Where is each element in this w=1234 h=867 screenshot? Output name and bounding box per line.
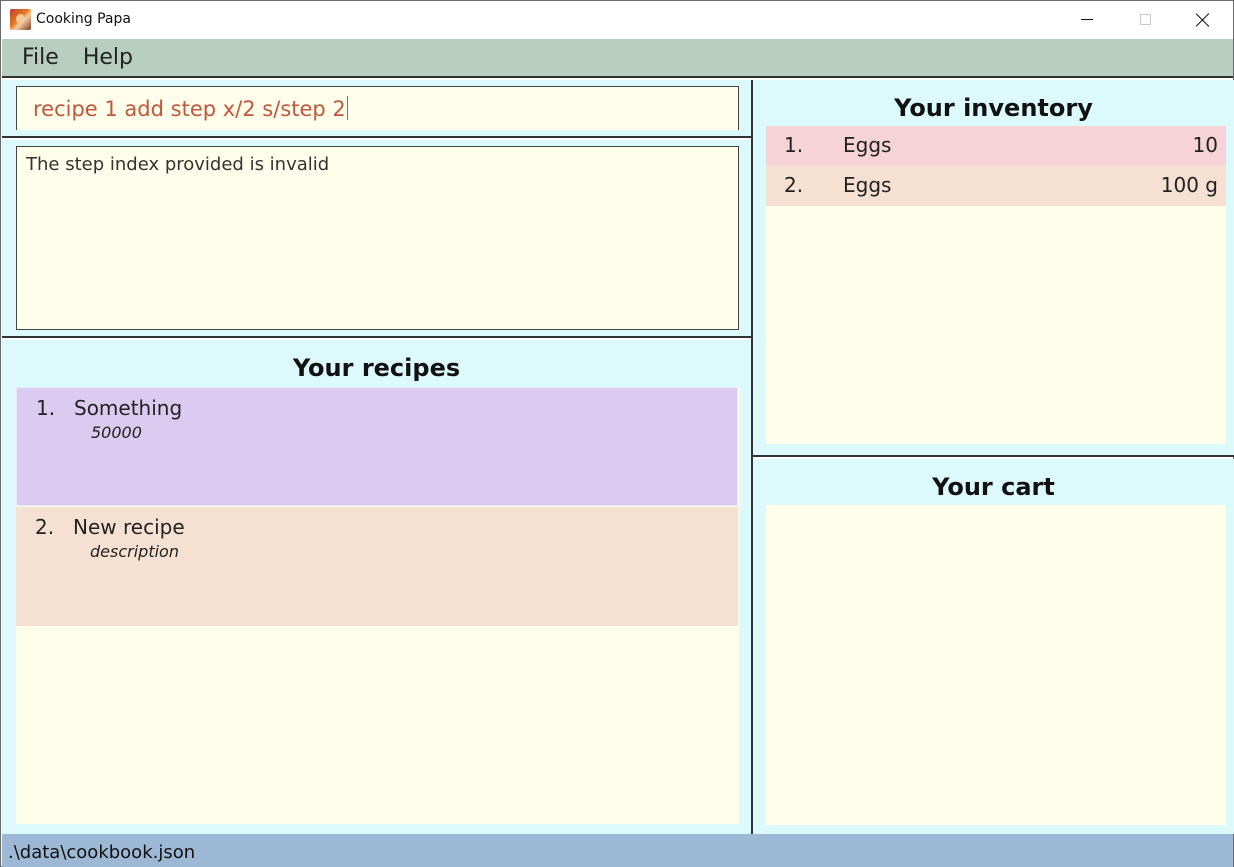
inventory-name: Eggs	[843, 173, 892, 197]
recipe-card[interactable]: 1. Something 50000	[16, 387, 738, 506]
inventory-pane: Your inventory 1. Eggs 10 2. Eggs 100 g	[753, 80, 1234, 457]
minimize-icon	[1081, 19, 1093, 20]
recipe-name: Something	[74, 396, 183, 420]
recipes-pane: Your recipes 1. Something 50000 2. New r…	[2, 340, 751, 834]
inventory-index: 2.	[784, 173, 804, 197]
command-text: recipe 1 add step x/2 s/step 2	[33, 96, 348, 121]
command-value: recipe 1 add step x/2 s/step 2	[33, 97, 346, 121]
window-title: Cooking Papa	[36, 11, 131, 27]
menu-help[interactable]: Help	[83, 45, 133, 70]
inventory-quantity: 100 g	[1160, 173, 1218, 197]
result-display[interactable]: The step index provided is invalid	[16, 146, 739, 330]
recipe-index: 1.	[36, 396, 56, 420]
maximize-icon	[1139, 14, 1151, 25]
recipe-index: 2.	[35, 515, 55, 539]
save-location: .\data\cookbook.json	[8, 842, 196, 863]
app-window: Cooking Papa File Help recipe 1 add step…	[0, 0, 1234, 867]
recipes-title: Your recipes	[292, 354, 461, 382]
cart-pane: Your cart	[753, 459, 1234, 834]
inventory-list[interactable]: 1. Eggs 10 2. Eggs 100 g	[766, 126, 1226, 444]
minimize-button[interactable]	[1058, 1, 1116, 38]
maximize-button[interactable]	[1116, 1, 1174, 38]
cart-list[interactable]	[766, 505, 1226, 825]
command-input[interactable]: recipe 1 add step x/2 s/step 2	[16, 86, 739, 130]
recipe-name: New recipe	[73, 515, 185, 539]
recipe-description: description	[90, 542, 179, 561]
cart-title: Your cart	[932, 473, 1055, 501]
recipe-list[interactable]: 1. Something 50000 2. New recipe descrip…	[16, 387, 739, 824]
title-bar[interactable]: Cooking Papa	[1, 1, 1233, 38]
inventory-index: 1.	[784, 133, 804, 157]
close-button[interactable]	[1174, 1, 1232, 38]
recipe-description: 50000	[91, 423, 142, 442]
result-pane: The step index provided is invalid	[2, 140, 751, 338]
menu-bar: File Help	[2, 39, 1233, 78]
close-icon	[1196, 13, 1210, 27]
menu-file[interactable]: File	[22, 45, 59, 70]
inventory-name: Eggs	[843, 133, 892, 157]
command-pane: recipe 1 add step x/2 s/step 2	[2, 80, 751, 138]
result-message: The step index provided is invalid	[26, 154, 330, 175]
recipe-card[interactable]: 2. New recipe description	[16, 507, 738, 626]
text-caret	[346, 96, 348, 120]
inventory-quantity: 10	[1192, 133, 1218, 157]
status-bar: .\data\cookbook.json	[2, 834, 1233, 867]
right-column: Your inventory 1. Eggs 10 2. Eggs 100 g …	[751, 80, 1234, 834]
inventory-title: Your inventory	[894, 94, 1093, 122]
app-icon	[10, 9, 31, 30]
inventory-item[interactable]: 1. Eggs 10	[766, 126, 1226, 166]
left-column: recipe 1 add step x/2 s/step 2 The step …	[2, 80, 751, 834]
inventory-item[interactable]: 2. Eggs 100 g	[766, 166, 1226, 206]
